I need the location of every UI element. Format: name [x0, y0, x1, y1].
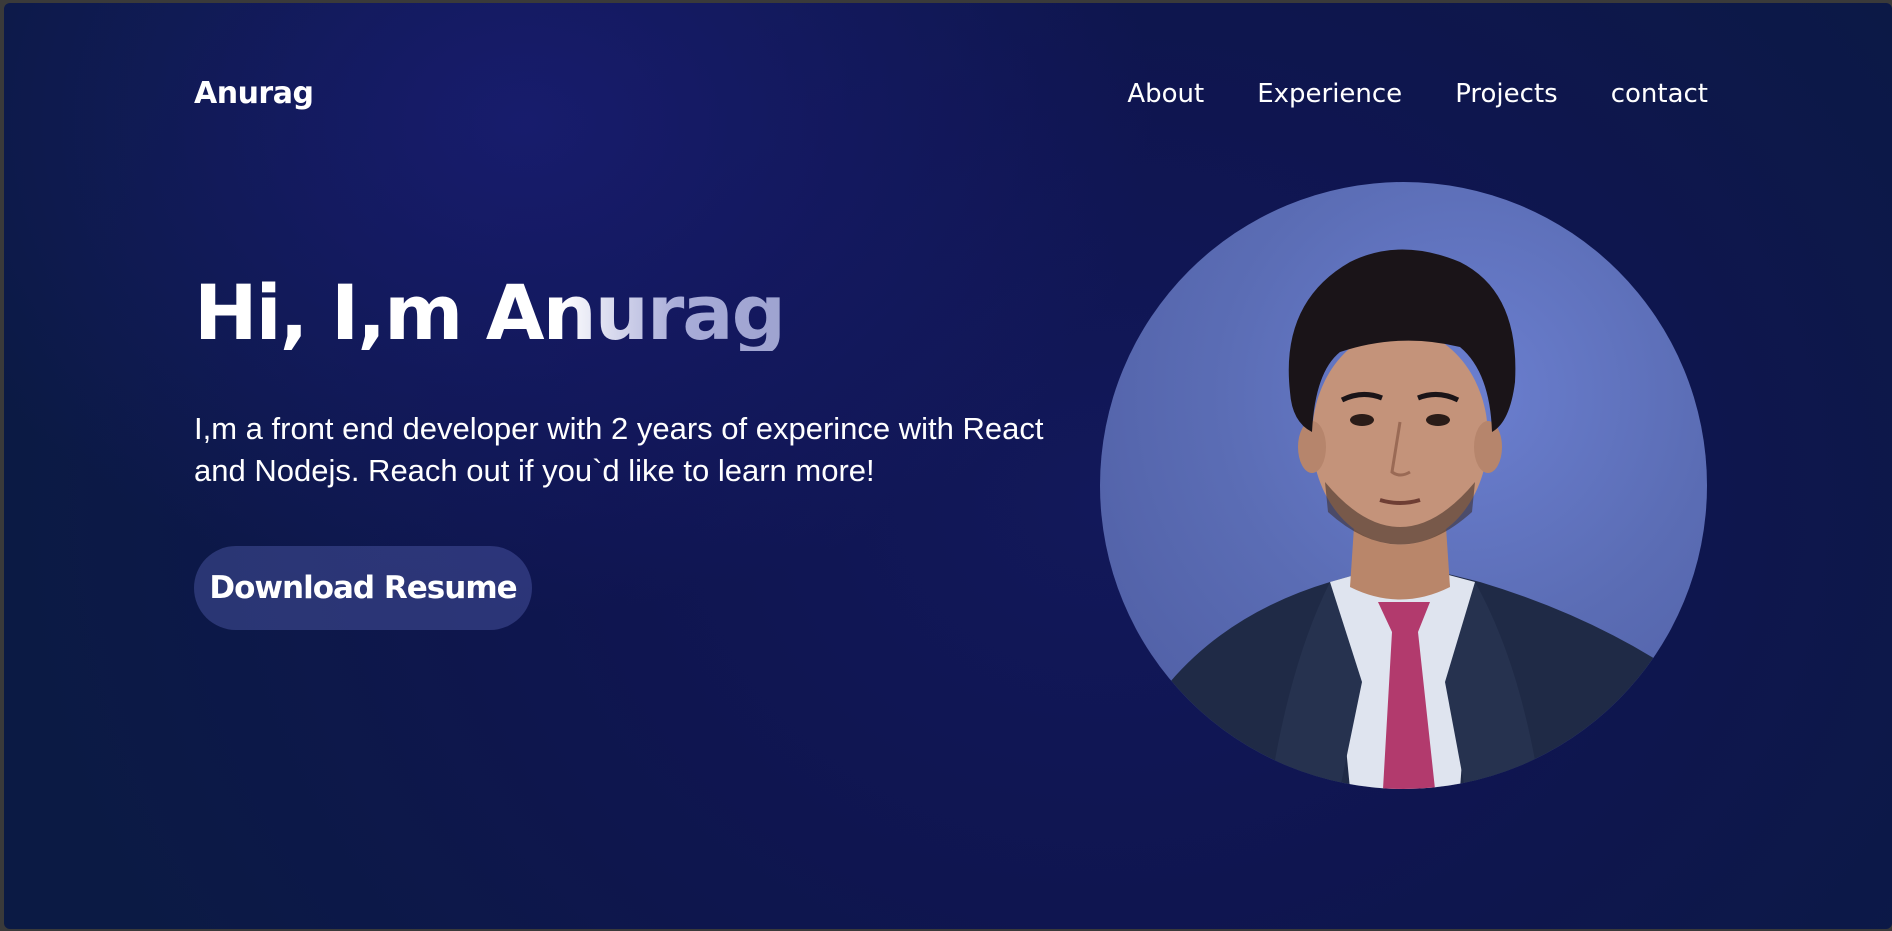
nav-link-about[interactable]: About [1127, 79, 1204, 109]
hero-title: Hi, I,m Anurag [194, 268, 786, 357]
nav-link-experience[interactable]: Experience [1257, 79, 1402, 109]
nav-link-projects[interactable]: Projects [1455, 79, 1558, 109]
hero-description: I,m a front end developer with 2 years o… [194, 411, 1044, 488]
right-eye [1426, 414, 1450, 426]
site-logo[interactable]: Anurag [194, 76, 314, 111]
page-frame: Anurag About Experience Projects contact… [4, 3, 1892, 929]
download-resume-button[interactable]: Download Resume [194, 546, 532, 630]
nav-link-contact[interactable]: contact [1611, 79, 1708, 109]
profile-photo [1100, 182, 1707, 789]
profile-photo-illustration [1125, 249, 1707, 789]
left-eye [1350, 414, 1374, 426]
navbar: Anurag About Experience Projects contact [4, 3, 1892, 193]
right-ear [1474, 421, 1502, 473]
nav-links: About Experience Projects contact [1127, 79, 1708, 109]
